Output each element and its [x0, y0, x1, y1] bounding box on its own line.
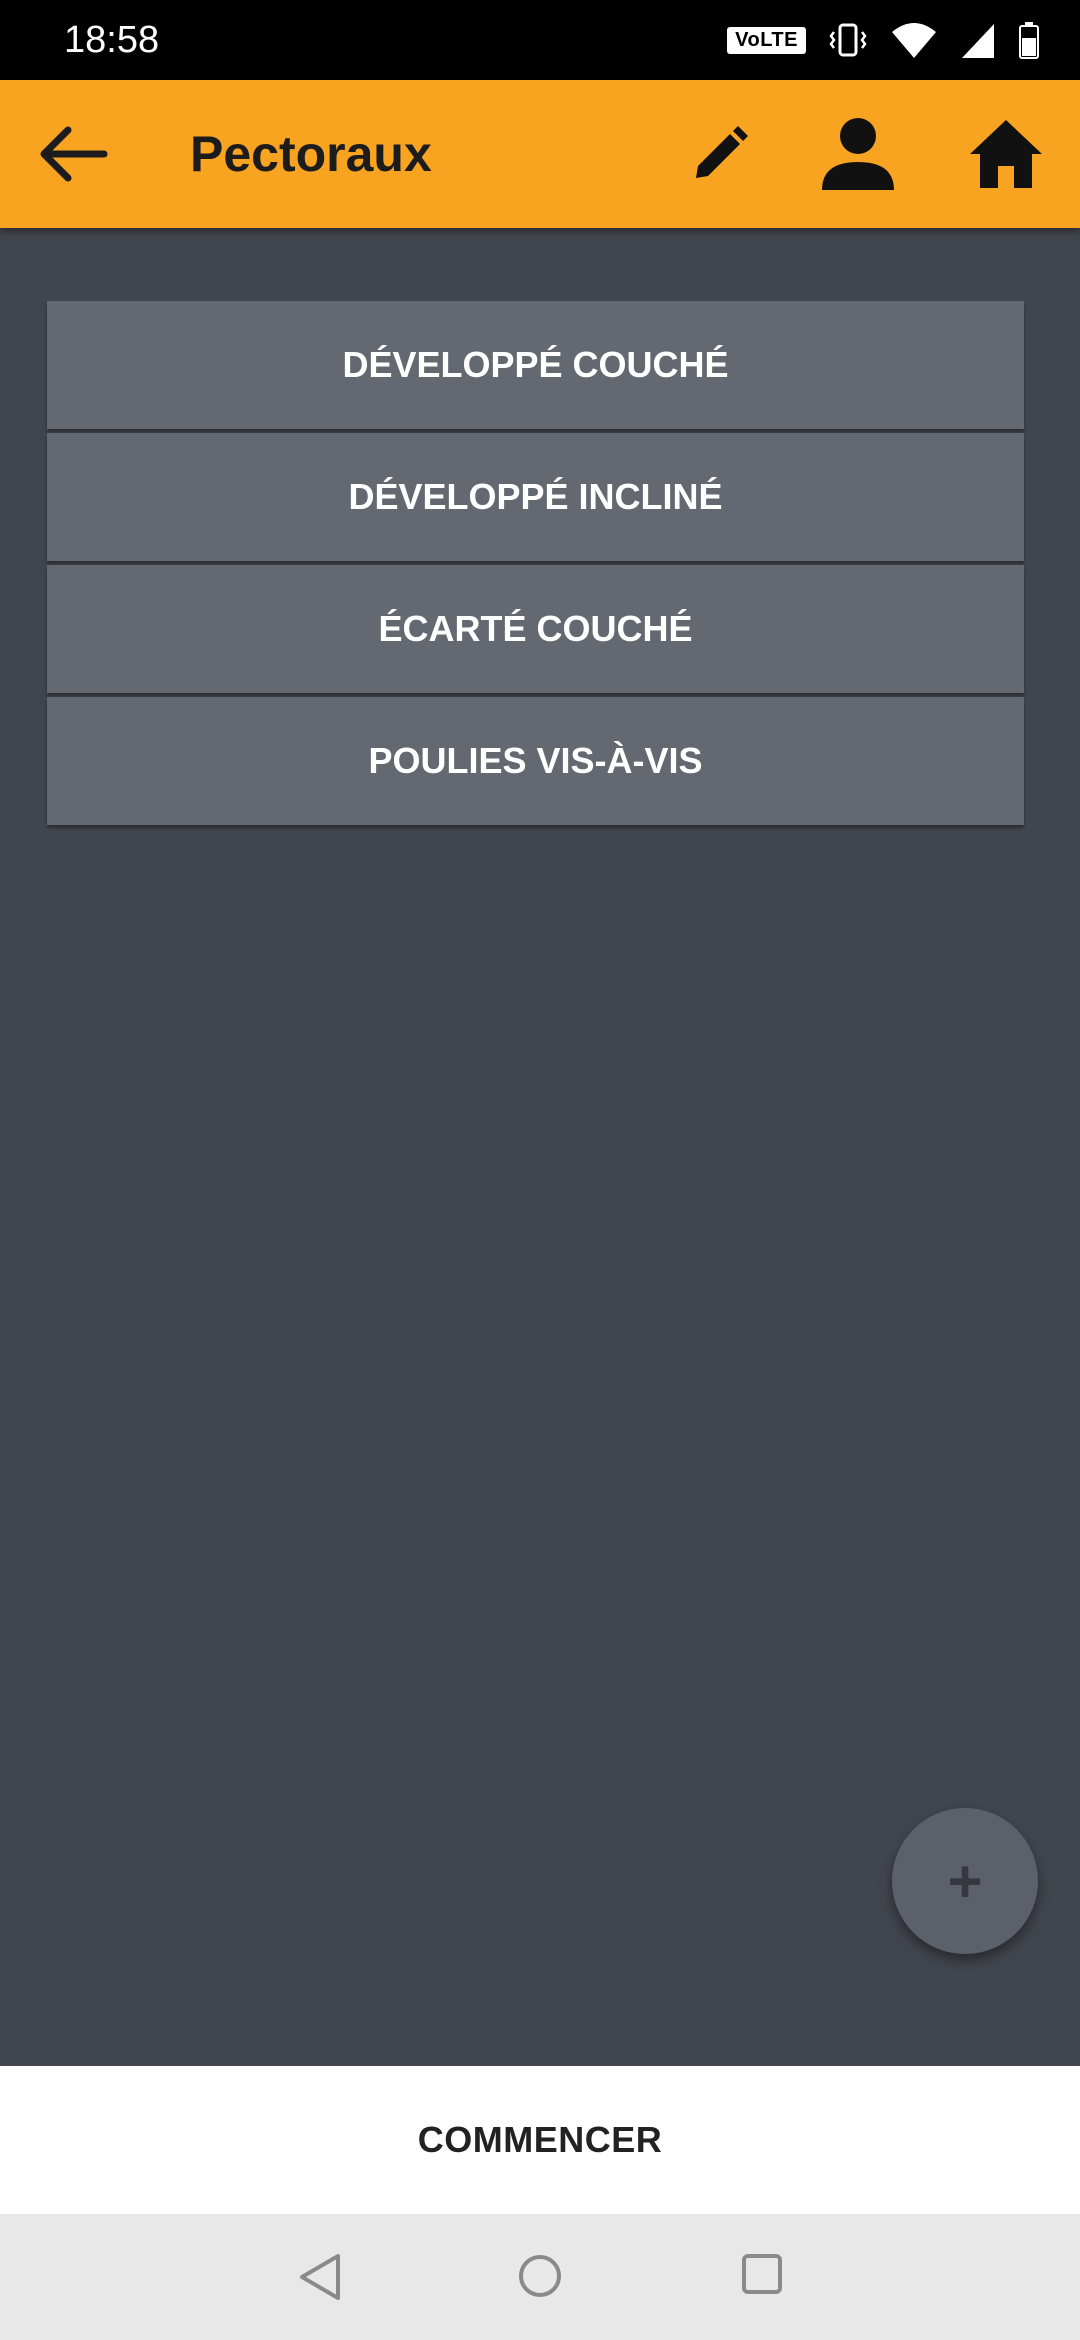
nav-home-icon[interactable]: [516, 2252, 564, 2300]
page-title: Pectoraux: [190, 126, 432, 182]
exercise-item[interactable]: POULIES VIS-À-VIS: [47, 697, 1024, 825]
battery-icon: [1019, 22, 1039, 59]
exercise-label: ÉCARTÉ COUCHÉ: [378, 608, 693, 649]
exercise-label: POULIES VIS-À-VIS: [368, 740, 703, 781]
back-button[interactable]: [36, 122, 108, 186]
nav-recent-icon[interactable]: [740, 2252, 784, 2296]
signal-icon: [962, 24, 994, 58]
app-bar: Pectoraux: [0, 80, 1080, 228]
volte-badge: VoLTE: [727, 26, 806, 54]
status-bar: 18:58 VoLTE: [0, 0, 1080, 80]
edit-pencil-icon: [696, 126, 748, 178]
start-button-label: COMMENCER: [417, 2119, 663, 2160]
exercise-list: DÉVELOPPÉ COUCHÉ DÉVELOPPÉ INCLINÉ ÉCART…: [47, 301, 1024, 829]
profile-button[interactable]: [818, 116, 898, 192]
nav-back-icon[interactable]: [296, 2252, 344, 2302]
exercise-label: DÉVELOPPÉ INCLINÉ: [348, 476, 723, 517]
system-nav-bar: [0, 2214, 1080, 2340]
home-icon: [970, 120, 1042, 188]
exercise-label: DÉVELOPPÉ COUCHÉ: [342, 344, 729, 385]
status-time: 18:58: [64, 18, 160, 61]
exercise-item[interactable]: DÉVELOPPÉ INCLINÉ: [47, 433, 1024, 561]
home-button[interactable]: [968, 116, 1044, 192]
exercise-item[interactable]: ÉCARTÉ COUCHÉ: [47, 565, 1024, 693]
edit-button[interactable]: [690, 124, 750, 184]
back-arrow-icon: [40, 126, 108, 182]
add-exercise-button[interactable]: +: [892, 1808, 1038, 1954]
person-icon: [822, 118, 894, 190]
plus-icon: +: [947, 1847, 983, 1915]
wifi-icon: [892, 23, 936, 58]
exercise-item[interactable]: DÉVELOPPÉ COUCHÉ: [47, 301, 1024, 429]
start-button[interactable]: COMMENCER: [0, 2066, 1080, 2214]
status-icons: VoLTE: [727, 20, 1040, 60]
vibrate-icon: [829, 23, 867, 57]
content-area: DÉVELOPPÉ COUCHÉ DÉVELOPPÉ INCLINÉ ÉCART…: [0, 228, 1080, 2066]
screen: 18:58 VoLTE Pectoraux DÉVELOPPÉ COUCHÉ D…: [0, 0, 1080, 2340]
